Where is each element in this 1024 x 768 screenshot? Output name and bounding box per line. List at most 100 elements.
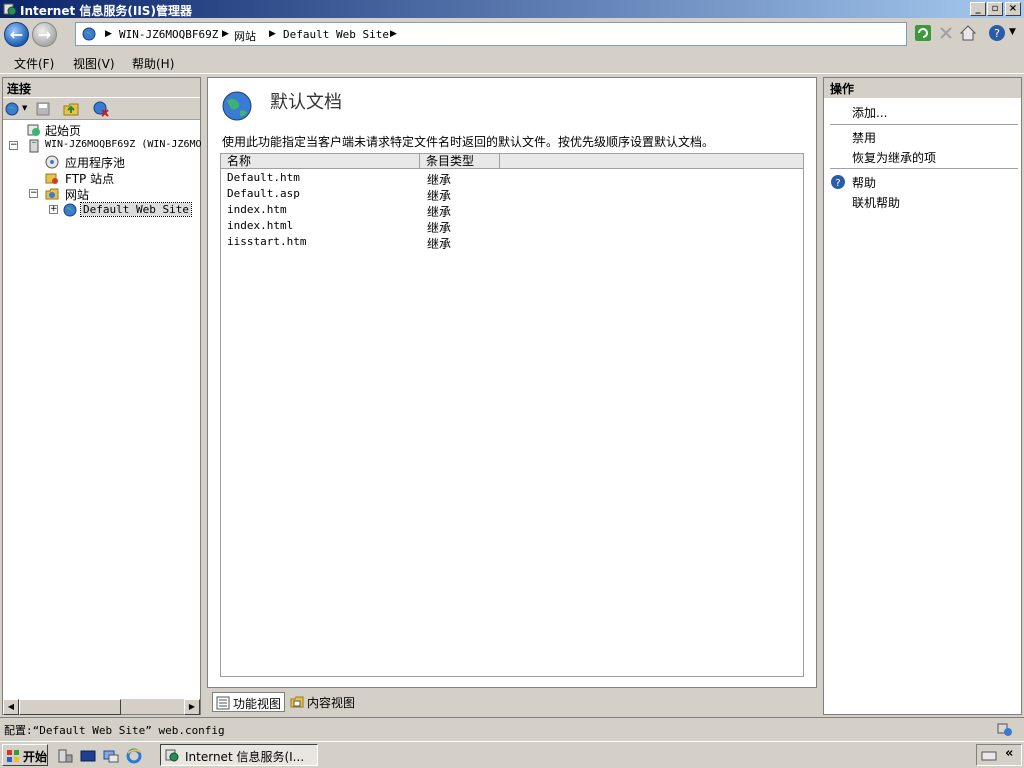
breadcrumb-default-site[interactable]: Default Web Site (283, 28, 389, 41)
table-row[interactable]: index.htm 继承 (221, 202, 803, 219)
help-dropdown-icon[interactable]: ▼ (1009, 27, 1016, 37)
forward-button[interactable]: → (32, 22, 57, 47)
row-name: index.html (227, 219, 294, 232)
app-pool-icon (45, 155, 59, 169)
window-title: Internet 信息服务(IIS)管理器 (20, 4, 192, 18)
actions-pane: 操作 添加... 禁用 恢复为继承的项 ? 帮助 联机帮助 (823, 77, 1022, 715)
collapse-icon[interactable]: − (9, 141, 18, 150)
iis-app-icon (165, 749, 179, 762)
table-row[interactable]: iisstart.htm 继承 (221, 234, 803, 251)
connect-dropdown-icon[interactable]: ▼ (22, 104, 27, 112)
action-disable[interactable]: 禁用 (852, 129, 876, 146)
start-button[interactable]: 开始 (2, 744, 48, 766)
ftp-icon (45, 173, 58, 184)
globe-icon (63, 203, 77, 217)
default-documents-list: 名称 条目类型 Default.htm 继承 Default.asp 继承 in… (220, 153, 804, 677)
back-button[interactable]: ← (4, 22, 29, 47)
start-page-icon (27, 124, 40, 136)
svg-text:?: ? (835, 178, 840, 189)
collapse-icon[interactable]: − (29, 189, 38, 198)
row-name: Default.asp (227, 187, 300, 200)
close-button[interactable]: × (1005, 2, 1021, 16)
server-manager-icon[interactable] (57, 748, 73, 764)
back-icon: ← (9, 25, 24, 44)
tree-label-sites: 网站 (65, 188, 90, 202)
title-bar: Internet 信息服务(IIS)管理器 _ ▫ × (0, 0, 1024, 18)
feature-pane: 默认文档 使用此功能指定当客户端未请求特定文件名时返回的默认文件。按优先级顺序设… (207, 77, 817, 688)
tree-label-app-pools: 应用程序池 (65, 156, 126, 170)
connections-tree: 起始页 − WIN-JZ6MOQBF69Z (WIN-JZ6MO 应用程序池 F… (3, 122, 202, 698)
help-icon[interactable]: ? (988, 24, 1006, 42)
menu-file[interactable]: 文件(F) (14, 55, 54, 72)
actions-header: 操作 (824, 78, 1021, 98)
feature-description: 使用此功能指定当客户端未请求特定文件名时返回的默认文件。按优先级顺序设置默认文档… (222, 135, 715, 149)
menu-view[interactable]: 视图(V) (73, 55, 115, 72)
globe-icon (82, 27, 96, 41)
table-row[interactable]: index.html 继承 (221, 218, 803, 235)
connect-icon[interactable] (5, 101, 21, 117)
tray-expand-icon[interactable]: « (1005, 746, 1013, 761)
features-view-icon (216, 696, 230, 710)
breadcrumb-arrow-icon: ▶ (269, 29, 276, 39)
connections-toolbar: ▼ (3, 98, 200, 120)
disconnect-icon[interactable] (93, 101, 109, 117)
home-icon[interactable] (959, 24, 977, 42)
start-label: 开始 (23, 750, 48, 764)
tab-features-view[interactable]: 功能视图 (212, 692, 286, 712)
divider (830, 124, 1018, 125)
breadcrumb-arrow-icon: ▶ (222, 29, 229, 39)
minimize-button[interactable]: _ (970, 2, 986, 16)
up-folder-icon[interactable] (63, 101, 79, 117)
scroll-right-icon[interactable]: ▶ (184, 699, 200, 715)
tree-label-default-site: Default Web Site (80, 202, 192, 217)
row-name: index.htm (227, 203, 287, 216)
address-box[interactable]: ▶ WIN-JZ6MOQBF69Z ▶ 网站 ▶ Default Web Sit… (75, 22, 907, 46)
restore-button[interactable]: ▫ (987, 2, 1003, 16)
horizontal-scrollbar[interactable]: ◀ ▶ (3, 698, 200, 715)
table-row[interactable]: Default.htm 继承 (221, 170, 803, 187)
iis-app-icon (3, 3, 17, 16)
system-tray: « (976, 744, 1022, 766)
tree-label-ftp-sites: FTP 站点 (65, 172, 115, 186)
status-text: 配置:“Default Web Site” web.config (4, 724, 225, 737)
column-header-type[interactable]: 条目类型 (420, 154, 500, 169)
row-type: 继承 (427, 237, 452, 251)
address-bar: ← → ▶ WIN-JZ6MOQBF69Z ▶ 网站 ▶ Default Web… (0, 18, 1024, 50)
connections-pane: 连接 ▼ 起始页 − WIN-JZ6MOQBF69Z (WIN-JZ6MO 应用… (2, 77, 202, 715)
tree-label-server: WIN-JZ6MOQBF69Z (WIN-JZ6MO (45, 139, 202, 150)
taskbar-item-iis[interactable]: Internet 信息服务(I... (160, 744, 318, 766)
keyboard-icon[interactable] (981, 748, 997, 762)
menu-bar: 文件(F) 视图(V) 帮助(H) (0, 50, 1024, 74)
breadcrumb-server[interactable]: WIN-JZ6MOQBF69Z (119, 28, 218, 41)
taskbar-item-label: Internet 信息服务(I... (185, 750, 305, 764)
divider (830, 168, 1018, 169)
svg-text:?: ? (994, 27, 1000, 40)
scroll-left-icon[interactable]: ◀ (3, 699, 19, 715)
list-header: 名称 条目类型 (221, 154, 803, 169)
action-help[interactable]: 帮助 (852, 174, 876, 191)
action-add[interactable]: 添加... (852, 104, 887, 121)
help-icon: ? (831, 175, 845, 189)
show-desktop-icon[interactable] (103, 748, 119, 764)
breadcrumb-arrow-icon: ▶ (390, 29, 397, 39)
table-row[interactable]: Default.asp 继承 (221, 186, 803, 203)
internet-explorer-icon[interactable] (126, 748, 142, 764)
taskbar: 开始 Internet 信息服务(I... « (0, 741, 1024, 768)
stop-icon[interactable] (937, 24, 955, 42)
powershell-icon[interactable] (80, 748, 96, 764)
view-tabs: 功能视图 内容视图 (207, 690, 817, 714)
menu-help[interactable]: 帮助(H) (132, 55, 174, 72)
breadcrumb-sites[interactable]: 网站 (234, 28, 256, 44)
action-revert-to-inherited[interactable]: 恢复为继承的项 (852, 149, 936, 166)
status-bar: 配置:“Default Web Site” web.config (0, 717, 1024, 739)
page-title: 默认文档 (270, 92, 342, 113)
action-online-help[interactable]: 联机帮助 (852, 194, 900, 211)
content-view-icon (290, 696, 304, 708)
column-header-name[interactable]: 名称 (221, 154, 420, 169)
forward-icon: → (37, 25, 52, 44)
save-icon[interactable] (35, 101, 51, 117)
scroll-thumb[interactable] (19, 699, 121, 715)
expand-icon[interactable]: + (49, 205, 58, 214)
refresh-icon[interactable] (914, 24, 932, 42)
tab-content-view[interactable]: 内容视图 (287, 692, 358, 712)
